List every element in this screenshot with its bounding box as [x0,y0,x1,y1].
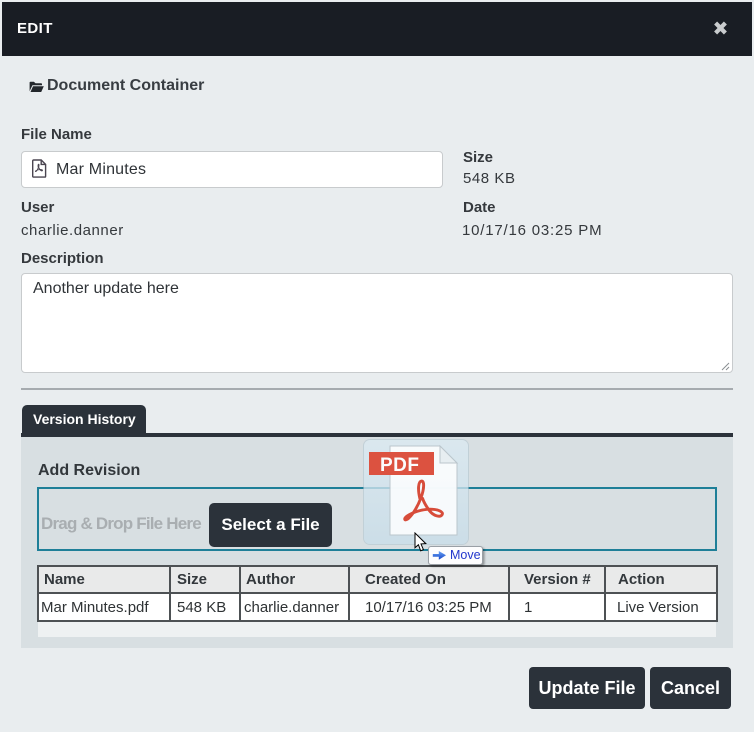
svg-text:PDF: PDF [380,455,420,476]
